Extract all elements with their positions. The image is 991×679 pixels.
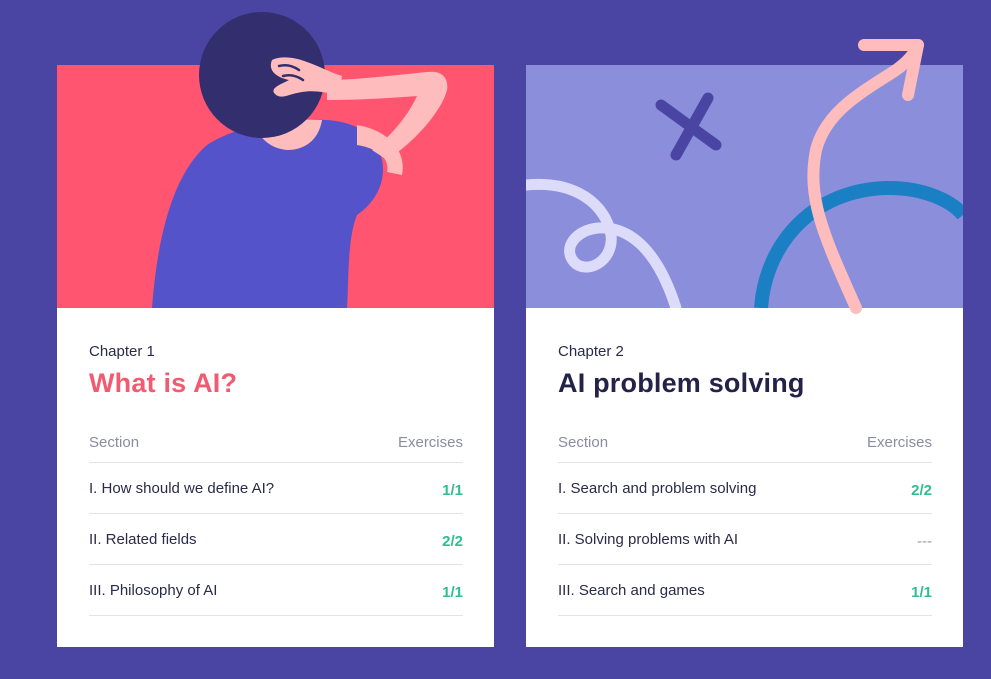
section-column-header: Section	[558, 434, 609, 451]
section-row[interactable]: I. Search and problem solving 2/2	[558, 463, 932, 514]
chapter-2-illustration	[526, 0, 963, 314]
section-row[interactable]: III. Search and games 1/1	[558, 565, 932, 616]
chapter-1-illustration	[57, 0, 494, 308]
chapter-label: Chapter 2	[558, 343, 624, 360]
section-name[interactable]: III. Search and games	[558, 582, 705, 599]
section-name[interactable]: I. How should we define AI?	[89, 480, 274, 497]
section-table-header: Section Exercises	[558, 434, 932, 463]
section-name[interactable]: III. Philosophy of AI	[89, 582, 217, 599]
section-column-header: Section	[89, 434, 140, 451]
exercise-count: 1/1	[442, 481, 463, 499]
section-row[interactable]: II. Related fields 2/2	[89, 514, 463, 565]
exercise-count: ---	[917, 532, 932, 550]
section-row[interactable]: I. How should we define AI? 1/1	[89, 463, 463, 514]
section-name[interactable]: II. Related fields	[89, 531, 197, 548]
exercises-column-header: Exercises	[397, 434, 463, 451]
chapter-card-1[interactable]: Chapter 1 What is AI? Section Exercises …	[57, 12, 494, 647]
section-row[interactable]: III. Philosophy of AI 1/1	[89, 565, 463, 616]
exercises-column-header: Exercises	[866, 434, 932, 451]
exercise-count: 1/1	[442, 583, 463, 601]
section-name[interactable]: I. Search and problem solving	[558, 480, 756, 497]
section-table-header: Section Exercises	[89, 434, 463, 463]
chapter-label: Chapter 1	[89, 343, 155, 360]
chapter-title[interactable]: What is AI?	[89, 367, 463, 399]
section-name[interactable]: II. Solving problems with AI	[558, 531, 738, 548]
section-row[interactable]: II. Solving problems with AI ---	[558, 514, 932, 565]
exercise-count: 2/2	[911, 481, 932, 499]
exercise-count: 1/1	[911, 583, 932, 601]
chapter-card-2[interactable]: Chapter 2 AI problem solving Section Exe…	[526, 39, 963, 647]
chapter-title[interactable]: AI problem solving	[558, 367, 932, 399]
exercise-count: 2/2	[442, 532, 463, 550]
